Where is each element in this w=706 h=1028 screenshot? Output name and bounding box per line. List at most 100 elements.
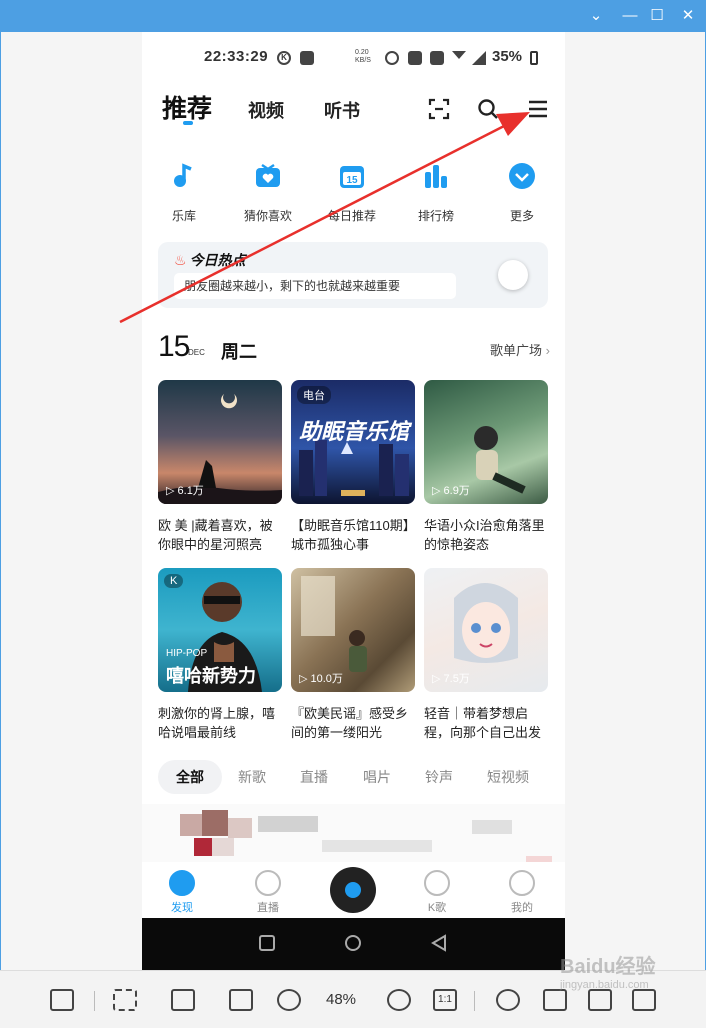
quick-link-daily[interactable]: 15 每日推荐 bbox=[322, 162, 382, 224]
playlist-card[interactable]: ▷ 6.1万 欧 美 |藏着喜欢，被你眼中的星河照亮 bbox=[158, 380, 282, 554]
playlist-card[interactable]: ▷ 7.5万 轻音｜带着梦想启程，向那个自己出发 bbox=[424, 568, 548, 742]
playlist-cover: K HIP-POP 嘻哈新势力 bbox=[158, 568, 282, 692]
playlist-cover: ▷ 7.5万 bbox=[424, 568, 548, 692]
bottom-nav-me[interactable]: 我的 bbox=[492, 870, 552, 915]
android-nav-bar bbox=[142, 918, 565, 970]
bottom-nav-karaoke[interactable]: K歌 bbox=[407, 870, 467, 915]
tab-ringtones[interactable]: 铃声 bbox=[425, 760, 453, 794]
top-nav: 推荐 视频 听书 bbox=[142, 87, 565, 137]
playlist-title: 轻音｜带着梦想启程，向那个自己出发 bbox=[424, 706, 542, 740]
category-tabs: 全部 新歌 直播 唱片 铃声 短视频 bbox=[158, 760, 550, 794]
play-count-value: 6.9万 bbox=[443, 485, 470, 497]
quick-link-label: 每日推荐 bbox=[327, 209, 376, 223]
tab-albums[interactable]: 唱片 bbox=[363, 760, 391, 794]
more-chevron-icon bbox=[509, 163, 535, 189]
bottom-nav-label: 我的 bbox=[511, 902, 533, 914]
edit-icon[interactable] bbox=[543, 989, 567, 1011]
live-play-icon bbox=[255, 870, 281, 896]
maximize-button[interactable]: ☐ bbox=[645, 4, 669, 28]
tab-recommend[interactable]: 推荐 bbox=[162, 89, 212, 125]
home-icon[interactable] bbox=[344, 934, 362, 952]
tab-live[interactable]: 直播 bbox=[300, 760, 328, 794]
playlist-square-link[interactable]: 歌单广场 › bbox=[490, 340, 550, 359]
now-playing-disc-icon[interactable] bbox=[330, 867, 376, 913]
recents-icon[interactable] bbox=[258, 934, 276, 952]
tab-short-video[interactable]: 短视频 bbox=[487, 760, 529, 794]
quick-link-guess-like[interactable]: 猜你喜欢 bbox=[238, 162, 298, 224]
scan-icon[interactable] bbox=[427, 97, 451, 121]
search-icon[interactable] bbox=[476, 97, 500, 121]
tab-new-songs[interactable]: 新歌 bbox=[238, 760, 266, 794]
mosaic-block bbox=[212, 838, 234, 856]
window-titlebar: ⌄ — ☐ ✕ bbox=[0, 0, 706, 32]
rotate-icon[interactable] bbox=[496, 989, 520, 1011]
fire-icon: ♨ bbox=[174, 252, 187, 268]
zoom-in-icon[interactable] bbox=[387, 989, 411, 1011]
karaoke-mic-icon bbox=[424, 870, 450, 896]
playlist-card[interactable]: ▷ 10.0万 『欧美民谣』感受乡间的第一缕阳光 bbox=[291, 568, 415, 742]
play-count: ▷ 6.9万 bbox=[432, 485, 470, 497]
playlist-tag: 电台 bbox=[297, 386, 331, 404]
thumbnail-layout-icon[interactable] bbox=[50, 989, 74, 1011]
bar-chart-icon bbox=[425, 165, 447, 188]
playlist-card[interactable]: 电台 助眠音乐馆 【助眠音乐馆110期】城市孤独心事 bbox=[291, 380, 415, 554]
hot-today-refresh-knob[interactable] bbox=[498, 260, 528, 290]
mosaic-block bbox=[472, 820, 512, 834]
bottom-nav-discover[interactable]: 发现 bbox=[152, 870, 212, 915]
hot-today-card[interactable]: ♨ 今日热点 朋友圈越来越小，剩下的也就越来越重要 bbox=[158, 242, 548, 308]
status-time: 22:33:29 bbox=[204, 48, 269, 65]
playlist-cover: ▷ 10.0万 bbox=[291, 568, 415, 692]
quick-link-music-library[interactable]: 乐库 bbox=[154, 162, 214, 224]
chevron-right-icon: › bbox=[545, 343, 550, 358]
playlist-cover: ▷ 6.1万 bbox=[158, 380, 282, 504]
mosaic-block bbox=[322, 840, 432, 852]
quick-link-charts[interactable]: 排行榜 bbox=[406, 162, 466, 224]
close-button[interactable]: ✕ bbox=[676, 4, 700, 28]
playlist-cover: ▷ 6.9万 bbox=[424, 380, 548, 504]
net-speed: 0.20 KB/S bbox=[355, 49, 371, 64]
k-app-icon: K bbox=[277, 51, 291, 65]
bottom-nav: 发现 直播 K歌 我的 bbox=[142, 862, 565, 918]
date-header: 15 DEC 周二 歌单广场 › bbox=[158, 328, 550, 364]
tab-video[interactable]: 视频 bbox=[248, 97, 284, 123]
download-icon[interactable] bbox=[632, 989, 656, 1011]
fit-window-icon[interactable] bbox=[113, 989, 137, 1011]
status-bar: 22:33:29 K 0.20 KB/S 35% bbox=[142, 44, 565, 72]
mosaic-block bbox=[228, 818, 252, 838]
play-count-value: 6.1万 bbox=[177, 485, 204, 497]
playlist-title: 刺激你的肾上腺，嘻哈说唱最前线 bbox=[158, 706, 276, 740]
hot-today-headline[interactable]: 朋友圈越来越小，剩下的也就越来越重要 bbox=[174, 273, 456, 299]
mosaic-block bbox=[258, 816, 318, 832]
minimize-button[interactable]: — bbox=[618, 4, 642, 28]
menu-icon[interactable] bbox=[526, 97, 550, 121]
playlist-title: 欧 美 |藏着喜欢，被你眼中的星河照亮 bbox=[158, 518, 273, 552]
copy-icon[interactable] bbox=[588, 989, 612, 1011]
chevron-down-icon[interactable]: ⌄ bbox=[584, 4, 608, 28]
screenshot-icon[interactable] bbox=[171, 989, 195, 1011]
tab-audiobook[interactable]: 听书 bbox=[324, 97, 360, 123]
actual-size-button[interactable]: 1:1 bbox=[433, 989, 457, 1011]
date-weekday: 周二 bbox=[221, 342, 257, 362]
playlist-card[interactable]: ▷ 6.9万 华语小众I治愈角落里的惊艳姿态 bbox=[424, 380, 548, 554]
toolbar-divider bbox=[94, 991, 95, 1011]
svg-text:15: 15 bbox=[346, 175, 358, 186]
zoom-out-icon[interactable] bbox=[277, 989, 301, 1011]
tab-all[interactable]: 全部 bbox=[158, 760, 222, 794]
cover-subtitle: HIP-POP bbox=[166, 648, 208, 659]
back-icon[interactable] bbox=[430, 934, 448, 952]
heart-box-icon bbox=[256, 163, 280, 187]
play-count: ▷ 10.0万 bbox=[299, 673, 343, 685]
play-count-value: 10.0万 bbox=[310, 673, 343, 685]
discover-icon bbox=[169, 870, 195, 896]
quick-link-label: 排行榜 bbox=[417, 209, 454, 223]
baidu-watermark: Baidu经验 jingyan.baidu.com bbox=[560, 950, 656, 991]
bottom-nav-label: 直播 bbox=[257, 902, 279, 914]
date-month: DEC bbox=[188, 348, 205, 357]
playlist-title: 华语小众I治愈角落里的惊艳姿态 bbox=[424, 518, 545, 552]
playlist-tag: K bbox=[164, 574, 184, 588]
playlist-card[interactable]: K HIP-POP 嘻哈新势力 刺激你的肾上腺，嘻哈说唱最前线 bbox=[158, 568, 282, 742]
crop-icon[interactable] bbox=[229, 989, 253, 1011]
bottom-nav-live[interactable]: 直播 bbox=[238, 870, 298, 915]
quick-link-more[interactable]: 更多 bbox=[492, 162, 552, 224]
hd-icon bbox=[430, 51, 444, 65]
